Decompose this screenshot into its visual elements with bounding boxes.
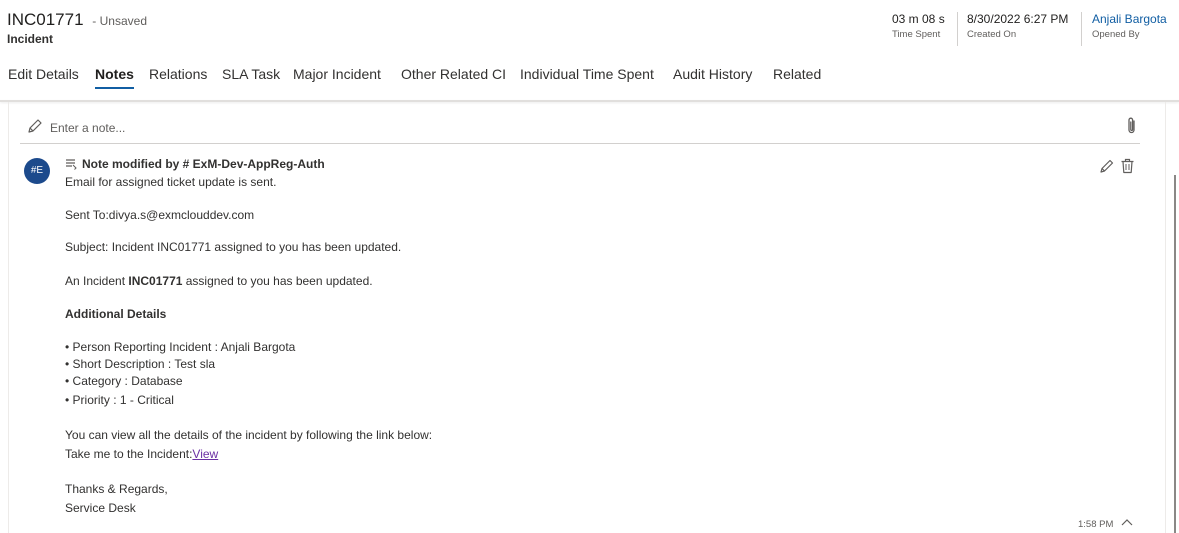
tab-other-related-ci[interactable]: Other Related CI xyxy=(401,66,506,82)
intro-prefix: An Incident xyxy=(65,274,129,288)
details-heading: Additional Details xyxy=(65,307,166,321)
note-timestamp: 1:58 PM xyxy=(1078,519,1114,530)
record-number: INC01771 xyxy=(7,10,84,29)
thanks-text: Thanks & Regards, xyxy=(65,482,168,496)
tab-audit-history[interactable]: Audit History xyxy=(673,66,752,82)
time-spent-label: Time Spent xyxy=(892,29,941,40)
opened-by-field[interactable]: Anjali Bargota Opened By xyxy=(1092,12,1167,40)
take-me-line: Take me to the Incident:View xyxy=(65,447,218,461)
details-heading-text: Additional Details xyxy=(65,307,167,321)
tab-sla-task[interactable]: SLA Task xyxy=(222,66,280,82)
record-title: INC01771 - Unsaved xyxy=(7,10,147,30)
header-divider xyxy=(1081,12,1082,46)
take-me-prefix: Take me to the Incident: xyxy=(65,447,193,461)
created-on-field: 8/30/2022 6:27 PM Created On xyxy=(967,12,1068,40)
intro-incident: INC01771 xyxy=(128,274,183,288)
form-tabs: Edit Details Notes Relations SLA Task Ma… xyxy=(0,60,900,92)
sent-to: Sent To:divya.s@exmclouddev.com xyxy=(65,208,255,222)
created-on-value: 8/30/2022 6:27 PM xyxy=(967,12,1069,26)
edit-icon[interactable] xyxy=(1099,158,1115,174)
chevron-up-icon[interactable] xyxy=(1121,517,1133,527)
note-item: Note modified by # ExM-Dev-AppReg-Auth E… xyxy=(65,157,1065,515)
detail-item: • Category : Database xyxy=(65,374,183,388)
time-spent-field: 03 m 08 s Time Spent xyxy=(892,12,945,40)
avatar: #E xyxy=(24,158,50,184)
view-link[interactable]: View xyxy=(192,447,218,461)
opened-by-link[interactable]: Anjali Bargota xyxy=(1092,12,1167,26)
entity-name: Incident xyxy=(7,32,54,46)
time-spent-value: 03 m 08 s xyxy=(892,12,945,26)
intro-suffix: assigned to you has been updated. xyxy=(182,274,373,288)
created-on-label: Created On xyxy=(967,29,1017,40)
opened-by-label: Opened By xyxy=(1092,29,1140,40)
pencil-icon xyxy=(28,119,42,133)
tab-related[interactable]: Related xyxy=(773,66,821,82)
record-header: INC01771 - Unsaved Incident 03 m 08 s Ti… xyxy=(0,0,1179,50)
note-document-icon xyxy=(66,159,77,170)
tab-major-incident[interactable]: Major Incident xyxy=(293,66,381,82)
view-all-text: You can view all the details of the inci… xyxy=(65,428,433,442)
detail-item: • Person Reporting Incident : Anjali Bar… xyxy=(65,340,296,354)
tab-individual-time-spent[interactable]: Individual Time Spent xyxy=(520,66,654,82)
trash-icon[interactable] xyxy=(1120,158,1135,174)
note-summary: Email for assigned ticket update is sent… xyxy=(65,175,277,189)
note-input-placeholder[interactable]: Enter a note... xyxy=(50,121,125,135)
scrollbar[interactable] xyxy=(1174,175,1176,533)
unsaved-indicator: - Unsaved xyxy=(92,14,147,28)
tab-edit-details[interactable]: Edit Details xyxy=(8,66,79,82)
note-input[interactable]: Enter a note... xyxy=(20,110,1140,144)
note-title: Note modified by # ExM-Dev-AppReg-Auth xyxy=(82,157,325,171)
tab-notes[interactable]: Notes xyxy=(95,66,134,89)
detail-item: • Priority : 1 - Critical xyxy=(65,393,174,407)
note-header: Note modified by # ExM-Dev-AppReg-Auth xyxy=(65,157,1065,173)
header-divider xyxy=(957,12,958,46)
tab-relations[interactable]: Relations xyxy=(149,66,207,82)
paperclip-icon[interactable] xyxy=(1124,116,1140,136)
signature: Service Desk xyxy=(65,501,136,515)
email-subject: Subject: Incident INC01771 assigned to y… xyxy=(65,240,402,254)
detail-item: • Short Description : Test sla xyxy=(65,357,216,371)
intro-line: An Incident INC01771 assigned to you has… xyxy=(65,274,373,288)
